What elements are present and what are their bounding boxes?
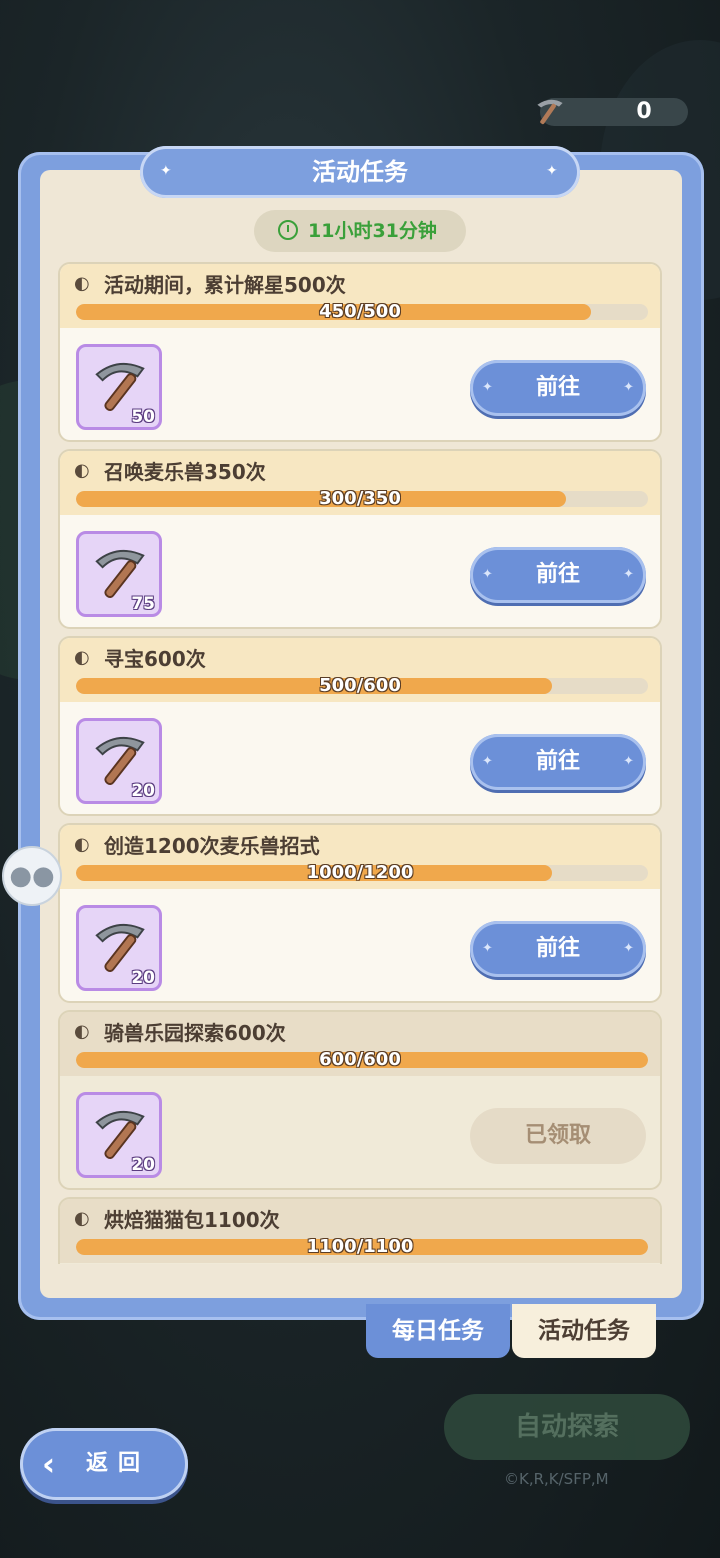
pickaxe-counter: 0: [537, 98, 688, 126]
task-card: ◐ 召唤麦乐兽350次 300/350 75 ✦ 前往 ✦: [58, 449, 662, 629]
task-card: ◐ 寻宝600次 500/600 20 ✦ 前往 ✦: [58, 636, 662, 816]
title-banner: ✦ 活动任务 ✦: [140, 146, 580, 198]
task-marker-icon: ◐: [74, 1021, 90, 1042]
chat-icon: ●●: [9, 861, 55, 891]
reward-quantity: 20: [131, 781, 155, 801]
sparkle-icon: ✦: [623, 380, 634, 395]
go-button[interactable]: ✦ 前往 ✦: [470, 360, 646, 416]
progress-text: 600/600: [319, 1049, 401, 1070]
sparkle-icon: ✦: [623, 941, 634, 956]
task-marker-icon: ◐: [74, 647, 90, 668]
reward-quantity: 50: [131, 407, 155, 427]
back-arrow-icon: ‹: [42, 1445, 56, 1483]
auto-explore-button[interactable]: 自动探索: [444, 1394, 690, 1460]
task-header: ◐ 寻宝600次 500/600: [60, 638, 660, 702]
reward-quantity: 20: [131, 968, 155, 988]
copyright-text: ©K,R,K/SFP,M: [504, 1470, 609, 1488]
tab-daily-tasks[interactable]: 每日任务: [366, 1304, 510, 1358]
timer-text: 11小时31分钟: [308, 220, 437, 242]
task-card: ◐ 活动期间，累计解星500次 450/500 50 ✦ 前往 ✦: [58, 262, 662, 442]
go-button[interactable]: ✦ 前往 ✦: [470, 547, 646, 603]
sparkle-icon: ✦: [482, 567, 493, 582]
reward-item[interactable]: 20: [76, 1092, 162, 1178]
go-button-label: 前往: [535, 562, 580, 587]
task-name: 创造1200次麦乐兽招式: [104, 834, 320, 858]
reward-quantity: 20: [131, 1155, 155, 1175]
sparkle-icon: ✦: [623, 567, 634, 582]
go-button[interactable]: ✦ 前往 ✦: [470, 921, 646, 977]
claimed-button: 已领取: [470, 1108, 646, 1164]
reward-item[interactable]: 50: [76, 344, 162, 430]
pickaxe-count: 0: [636, 99, 652, 124]
task-marker-icon: ◐: [74, 460, 90, 481]
task-header: ◐ 召唤麦乐兽350次 300/350: [60, 451, 660, 515]
task-name: 活动期间，累计解星500次: [104, 273, 346, 297]
progress-text: 450/500: [319, 301, 401, 322]
progress-text: 500/600: [319, 675, 401, 696]
clock-icon: [278, 220, 298, 240]
chat-bubble-button[interactable]: ●●: [2, 846, 62, 906]
go-button-label: 前往: [535, 936, 580, 961]
task-header: ◐ 烘焙猫猫包1100次 1100/1100: [60, 1199, 660, 1263]
reward-item[interactable]: 20: [76, 718, 162, 804]
sparkle-icon: ✦: [623, 754, 634, 769]
progress-text: 1000/1200: [306, 862, 414, 883]
tab-event-tasks[interactable]: 活动任务: [512, 1304, 656, 1358]
go-button-label: 前往: [535, 749, 580, 774]
task-name: 召唤麦乐兽350次: [104, 460, 266, 484]
reward-item[interactable]: 75: [76, 531, 162, 617]
progress-text: 1100/1100: [306, 1236, 414, 1257]
task-name: 烘焙猫猫包1100次: [104, 1208, 280, 1232]
task-header: ◐ 骑兽乐园探索600次 600/600: [60, 1012, 660, 1076]
task-list[interactable]: ◐ 活动期间，累计解星500次 450/500 50 ✦ 前往 ✦ ◐ 召唤麦乐兽350次 300…: [58, 262, 662, 1264]
task-marker-icon: ◐: [74, 273, 90, 294]
reward-quantity: 75: [131, 594, 155, 614]
progress-text: 300/350: [319, 488, 401, 509]
pickaxe-icon: [537, 99, 563, 125]
go-button[interactable]: ✦ 前往 ✦: [470, 734, 646, 790]
event-timer: 11小时31分钟: [254, 210, 466, 252]
sparkle-icon: ✦: [482, 754, 493, 769]
task-name: 寻宝600次: [104, 647, 206, 671]
go-button-label: 前往: [535, 375, 580, 400]
reward-item[interactable]: 20: [76, 905, 162, 991]
page-title: 活动任务: [312, 158, 408, 186]
back-label: 返回: [86, 1451, 151, 1476]
task-name: 骑兽乐园探索600次: [104, 1021, 286, 1045]
sparkle-icon: ✦: [482, 941, 493, 956]
sparkle-icon: ✦: [546, 163, 558, 179]
task-card: ◐ 烘焙猫猫包1100次 1100/1100: [58, 1197, 662, 1264]
back-button[interactable]: ‹ 返回: [20, 1428, 188, 1500]
task-card: ◐ 创造1200次麦乐兽招式 1000/1200 20 ✦ 前往 ✦: [58, 823, 662, 1003]
sparkle-icon: ✦: [482, 380, 493, 395]
task-card: ◐ 骑兽乐园探索600次 600/600 20 已领取: [58, 1010, 662, 1190]
task-header: ◐ 创造1200次麦乐兽招式 1000/1200: [60, 825, 660, 889]
task-marker-icon: ◐: [74, 1208, 90, 1229]
task-header: ◐ 活动期间，累计解星500次 450/500: [60, 264, 660, 328]
task-marker-icon: ◐: [74, 834, 90, 855]
